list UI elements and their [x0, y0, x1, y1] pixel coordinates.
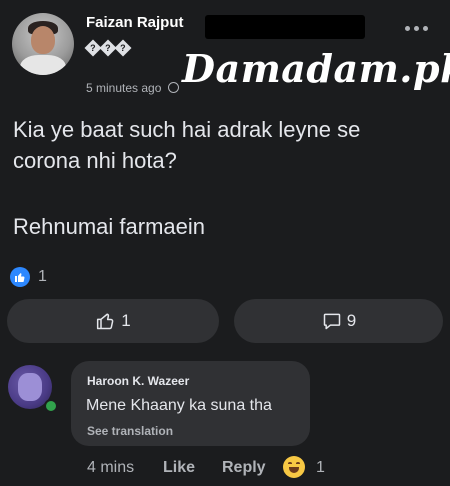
post-author-avatar[interactable] [12, 13, 74, 75]
post-author-name[interactable]: Faizan Rajput [86, 14, 184, 31]
like-button[interactable]: 1 [7, 299, 219, 343]
post-text: Kia ye baat such hai adrak leyne se coro… [13, 117, 361, 173]
thumbs-up-icon [97, 313, 114, 330]
comment-button[interactable]: 9 [234, 299, 443, 343]
more-options-icon[interactable] [402, 18, 430, 38]
reaction-count[interactable]: 1 [38, 268, 47, 286]
commenter-name[interactable]: Haroon K. Wazeer [87, 374, 189, 388]
comment-reaction-count[interactable]: 1 [316, 459, 325, 477]
watermark: Damadam.pk [182, 46, 450, 91]
haha-reaction-icon[interactable] [283, 456, 305, 478]
globe-icon [168, 82, 179, 93]
like-reaction-icon[interactable] [10, 267, 30, 287]
avatar-body [20, 55, 66, 75]
comment-like-button[interactable]: Like [163, 459, 195, 477]
like-button-count: 1 [121, 311, 131, 330]
online-status-dot [44, 399, 58, 413]
comment-text: Mene Khaany ka suna tha [86, 397, 272, 414]
comment-timestamp[interactable]: 4 mins [87, 459, 134, 477]
comment-reply-button[interactable]: Reply [222, 459, 266, 477]
avatar-face [31, 26, 55, 54]
avatar-figure [18, 373, 42, 401]
redaction-bar [205, 15, 365, 39]
see-translation-link[interactable]: See translation [87, 424, 173, 438]
thumbs-up-glyph [15, 273, 25, 282]
author-name-glyphs: ? ? ? [84, 39, 132, 57]
unknown-glyph-icon: ? [114, 39, 132, 57]
post-text-secondary: Rehnumai farmaein [13, 214, 205, 239]
comment-button-count: 9 [346, 311, 357, 330]
comment-icon [323, 313, 341, 330]
post-timestamp[interactable]: 5 minutes ago [86, 81, 161, 95]
